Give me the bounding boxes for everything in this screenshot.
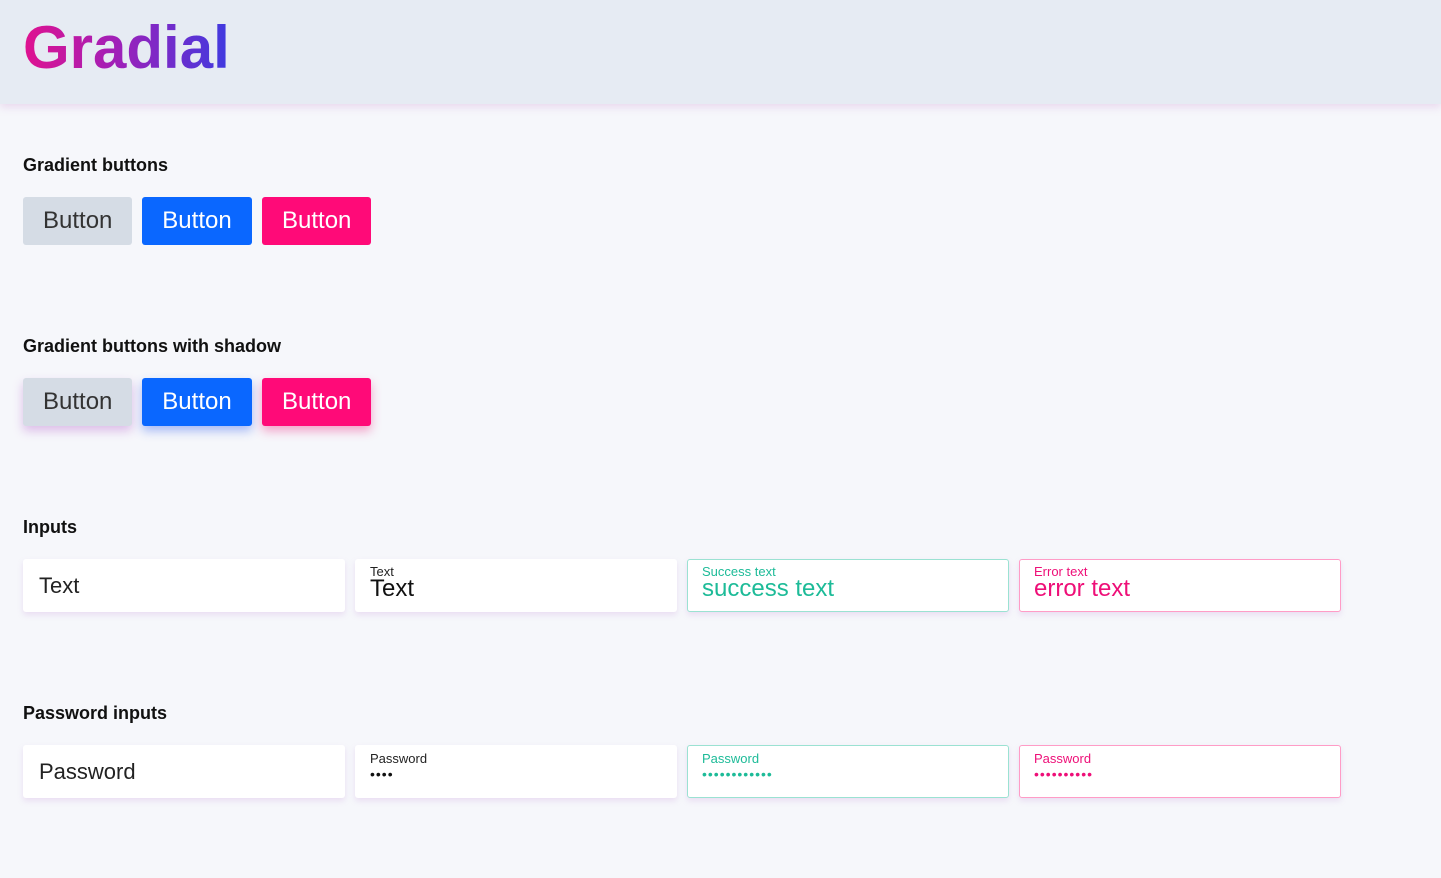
password-placeholder: Password [39,759,136,784]
section-title-gradient-buttons-shadow: Gradient buttons with shadow [23,336,281,356]
input-placeholder: Text [39,573,80,598]
gradient-buttons-row: Button Button Button [23,197,371,245]
gray-button[interactable]: Button [23,197,132,245]
blue-shadow-button[interactable]: Button [142,378,252,426]
input-value: Text [370,575,415,602]
password-label-success: Password [702,751,760,766]
gradient-buttons-shadow-row: Button Button Button [23,378,371,426]
input-value-success: success text [702,575,835,602]
password-input-filled[interactable]: Password •••• [355,745,677,798]
input-value-error: error text [1034,575,1131,602]
header: Gradial [0,0,1441,104]
section-title-password-inputs: Password inputs [23,703,168,723]
password-label: Password [370,751,428,766]
password-inputs-row: Password Password •••• Password ••••••••… [23,745,1341,798]
text-input-filled[interactable]: Text Text [355,559,677,612]
password-label-error: Password [1034,751,1092,766]
text-input-success[interactable]: Success text success text [687,559,1009,612]
text-input-empty[interactable]: Text [23,559,345,612]
password-input-empty[interactable]: Password [23,745,345,798]
inputs-row: Text Text Text Success text success text… [23,559,1341,612]
password-input-success[interactable]: Password •••••••••••• [687,745,1009,798]
pink-button[interactable]: Button [262,197,371,245]
password-dots-error: •••••••••• [1034,766,1094,782]
blue-button[interactable]: Button [142,197,252,245]
password-dots: •••• [370,766,394,782]
password-dots-success: •••••••••••• [702,766,773,782]
text-input-error[interactable]: Error text error text [1019,559,1341,612]
gray-shadow-button[interactable]: Button [23,378,132,426]
logo[interactable]: Gradial [23,14,230,82]
pink-shadow-button[interactable]: Button [262,378,371,426]
section-title-inputs: Inputs [23,517,77,537]
section-title-gradient-buttons: Gradient buttons [23,155,168,175]
password-input-error[interactable]: Password •••••••••• [1019,745,1341,798]
